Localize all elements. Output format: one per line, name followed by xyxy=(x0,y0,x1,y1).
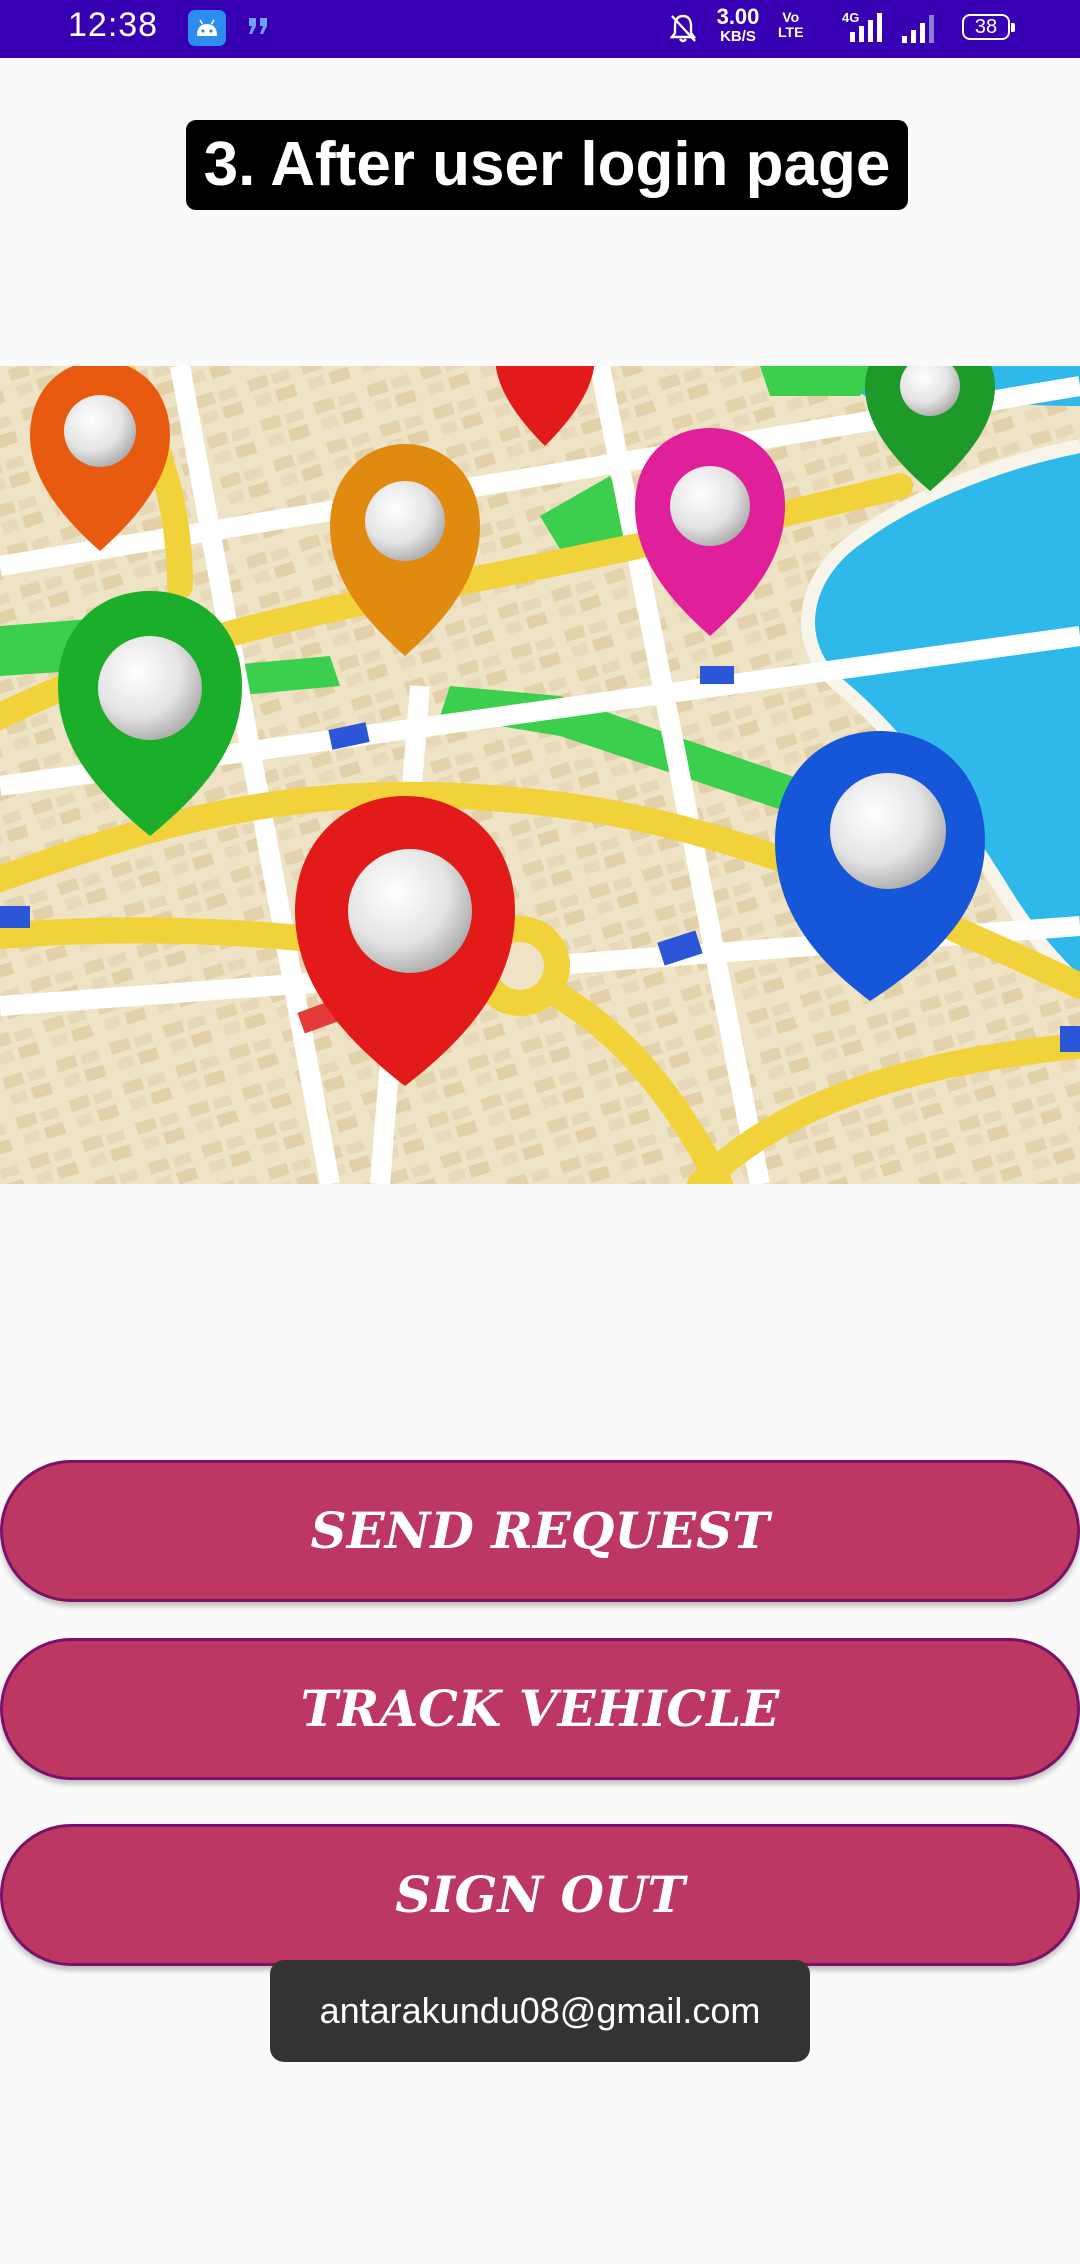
app-screen: 12:38 3.00 KB/S Vo LTE 4G 38 3. After us… xyxy=(0,0,1080,2264)
network-speed: 3.00 KB/S xyxy=(712,4,764,45)
volte-line1: Vo xyxy=(782,9,800,25)
volte-line2: LTE xyxy=(778,23,804,40)
signal-icon xyxy=(902,15,934,43)
map-pins-illustration xyxy=(0,366,1080,1184)
status-bar: 12:38 3.00 KB/S Vo LTE 4G 38 xyxy=(0,0,1080,58)
network-type-label: 4G xyxy=(842,10,859,25)
network-speed-value: 3.00 xyxy=(716,4,760,29)
network-speed-unit: KB/S xyxy=(720,28,756,45)
volte-indicator: Vo LTE xyxy=(778,10,803,39)
signal-4g-icon: 4G xyxy=(842,10,882,42)
send-request-button[interactable]: SEND REQUEST xyxy=(0,1460,1080,1602)
quote-icon xyxy=(249,18,267,34)
page-title: 3. After user login page xyxy=(186,120,908,210)
android-icon xyxy=(188,10,226,46)
bell-off-icon xyxy=(669,14,697,43)
status-time: 12:38 xyxy=(68,6,159,44)
track-vehicle-button[interactable]: TRACK VEHICLE xyxy=(0,1638,1080,1780)
battery-icon: 38 xyxy=(962,14,1015,40)
toast-message: antarakundu08@gmail.com xyxy=(270,1960,810,2062)
sign-out-button[interactable]: SIGN OUT xyxy=(0,1824,1080,1966)
